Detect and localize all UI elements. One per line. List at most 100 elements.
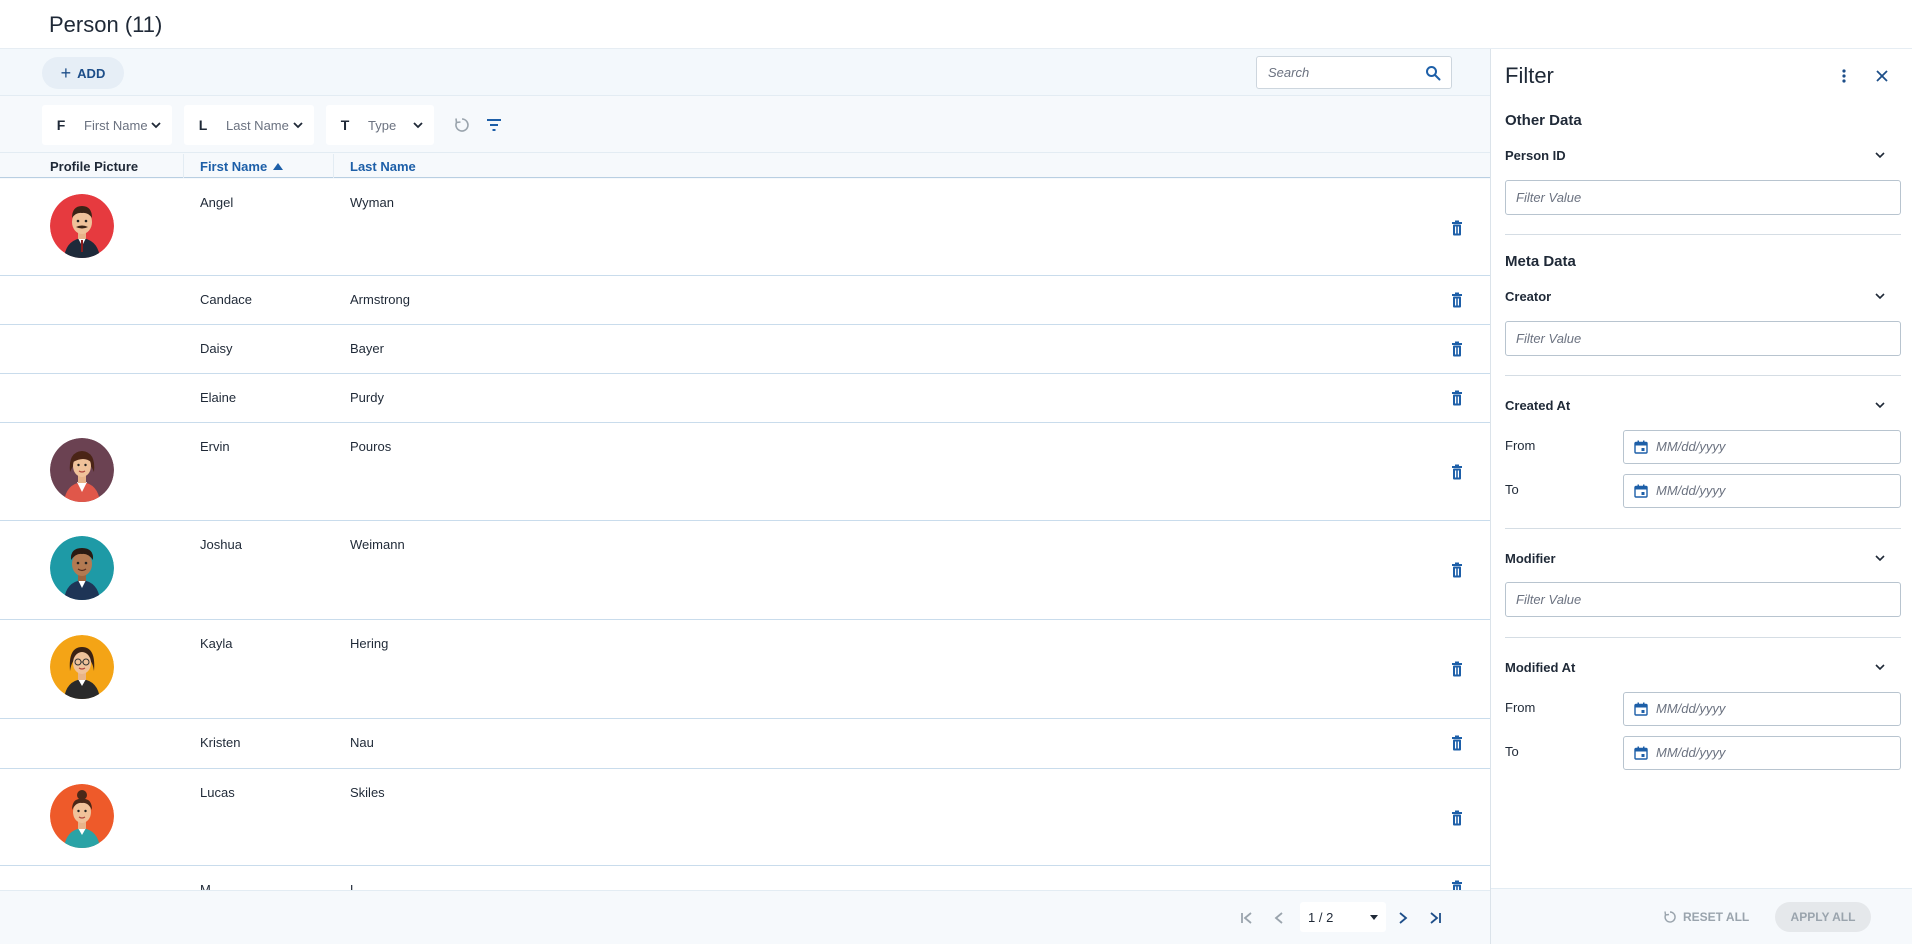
column-header-profile-picture[interactable]: Profile Picture <box>50 159 138 174</box>
created-at-to-label: To <box>1505 482 1519 497</box>
cell-last-name: Pouros <box>350 439 392 454</box>
main-content: + ADD F First Name L Last Name T Type <box>0 49 1490 944</box>
table-body: Angel Wyman Candace Armstrong Daisy Baye… <box>0 179 1490 890</box>
field-label-modified-at[interactable]: Modified At <box>1505 660 1575 675</box>
filter-list-icon[interactable] <box>485 116 503 134</box>
table-row[interactable]: Angel Wyman <box>0 179 1490 276</box>
divider <box>1505 375 1901 376</box>
trash-icon[interactable] <box>1449 880 1465 890</box>
table-row[interactable]: M L <box>0 866 1490 890</box>
field-label-modifier[interactable]: Modifier <box>1505 551 1556 566</box>
cell-first-name: Angel <box>200 195 234 210</box>
cell-last-name: Bayer <box>350 341 384 356</box>
first-page-icon[interactable] <box>1238 909 1256 927</box>
page-select-value: 1 / 2 <box>1308 910 1334 925</box>
search-input[interactable] <box>1268 65 1418 80</box>
calendar-icon[interactable] <box>1634 746 1648 760</box>
filter-chip-last-name[interactable]: L Last Name <box>184 105 314 145</box>
table-row[interactable]: Kristen Nau <box>0 719 1490 769</box>
column-header-first-name[interactable]: First Name <box>200 159 284 174</box>
cell-first-name: Daisy <box>200 341 233 356</box>
calendar-icon[interactable] <box>1634 484 1648 498</box>
created-at-to-date[interactable] <box>1623 474 1901 508</box>
last-page-icon[interactable] <box>1426 909 1444 927</box>
search-box[interactable] <box>1256 56 1452 89</box>
close-icon[interactable] <box>1873 67 1891 85</box>
filter-chip-letter: F <box>56 117 66 133</box>
trash-icon[interactable] <box>1449 292 1465 308</box>
trash-icon[interactable] <box>1449 810 1465 826</box>
calendar-icon[interactable] <box>1634 702 1648 716</box>
table-row[interactable]: Lucas Skiles <box>0 769 1490 866</box>
modified-at-to-date[interactable] <box>1623 736 1901 770</box>
table-row[interactable]: Kayla Hering <box>0 620 1490 719</box>
creator-filter-input[interactable] <box>1505 321 1901 356</box>
cell-first-name: Candace <box>200 292 253 307</box>
page-header: Person (11) <box>0 0 1912 49</box>
quick-filter-bar: F First Name L Last Name T Type <box>0 97 1490 153</box>
column-divider <box>183 154 184 178</box>
trash-icon[interactable] <box>1449 562 1465 578</box>
filter-chip-letter: L <box>198 117 208 133</box>
pagination-bar: 1 / 2 <box>0 890 1490 944</box>
calendar-icon[interactable] <box>1634 440 1648 454</box>
divider <box>1505 637 1901 638</box>
person-id-filter-input[interactable] <box>1505 180 1901 215</box>
chevron-down-icon[interactable] <box>1873 148 1887 162</box>
more-vertical-icon[interactable] <box>1835 67 1853 85</box>
field-label-creator[interactable]: Creator <box>1505 289 1551 304</box>
page-select[interactable]: 1 / 2 <box>1300 902 1386 932</box>
apply-all-button[interactable]: APPLY ALL <box>1775 902 1871 932</box>
search-icon[interactable] <box>1425 65 1441 81</box>
man-mustache-avatar <box>50 194 114 258</box>
previous-page-icon[interactable] <box>1270 909 1288 927</box>
reset-all-label: RESET ALL <box>1683 910 1750 924</box>
filter-chip-type[interactable]: T Type <box>326 105 434 145</box>
chevron-down-icon[interactable] <box>1873 289 1887 303</box>
reset-all-button[interactable]: RESET ALL <box>1663 902 1759 932</box>
modified-at-from-label: From <box>1505 700 1536 715</box>
cell-last-name: Armstrong <box>350 292 410 307</box>
trash-icon[interactable] <box>1449 341 1465 357</box>
chevron-down-icon <box>151 122 161 129</box>
trash-icon[interactable] <box>1449 735 1465 751</box>
toolbar: + ADD <box>0 49 1490 96</box>
filter-chip-label: Last Name <box>226 117 289 133</box>
column-header-last-name[interactable]: Last Name <box>350 159 416 174</box>
modified-at-from-input[interactable] <box>1656 701 1856 716</box>
chevron-down-icon[interactable] <box>1873 398 1887 412</box>
man-curly-hair-avatar <box>50 536 114 600</box>
chevron-down-icon <box>293 122 303 129</box>
sort-ascending-icon <box>273 163 284 170</box>
reset-filters-icon[interactable] <box>453 116 471 134</box>
modifier-filter-input[interactable] <box>1505 582 1901 617</box>
table-row[interactable]: Joshua Weimann <box>0 521 1490 620</box>
cell-last-name: Skiles <box>350 785 385 800</box>
cell-first-name: Ervin <box>200 439 230 454</box>
add-button[interactable]: + ADD <box>42 57 124 89</box>
trash-icon[interactable] <box>1449 220 1465 236</box>
table-row[interactable]: Candace Armstrong <box>0 276 1490 325</box>
table-row[interactable]: Ervin Pouros <box>0 423 1490 521</box>
cell-last-name: Nau <box>350 735 374 750</box>
cell-last-name: Wyman <box>350 195 394 210</box>
created-at-to-input[interactable] <box>1656 483 1856 498</box>
modified-at-from-date[interactable] <box>1623 692 1901 726</box>
next-page-icon[interactable] <box>1394 909 1412 927</box>
created-at-from-date[interactable] <box>1623 430 1901 464</box>
chevron-down-icon[interactable] <box>1873 660 1887 674</box>
field-label-person-id[interactable]: Person ID <box>1505 148 1566 163</box>
table-row[interactable]: Elaine Purdy <box>0 374 1490 423</box>
modified-at-to-input[interactable] <box>1656 745 1856 760</box>
trash-icon[interactable] <box>1449 464 1465 480</box>
woman-red-jacket-avatar <box>50 438 114 502</box>
table-row[interactable]: Daisy Bayer <box>0 325 1490 374</box>
divider <box>1505 528 1901 529</box>
trash-icon[interactable] <box>1449 661 1465 677</box>
filter-panel: Filter Other Data Person ID Meta Data Cr… <box>1490 49 1912 944</box>
field-label-created-at[interactable]: Created At <box>1505 398 1570 413</box>
trash-icon[interactable] <box>1449 390 1465 406</box>
filter-chip-first-name[interactable]: F First Name <box>42 105 172 145</box>
chevron-down-icon[interactable] <box>1873 551 1887 565</box>
created-at-from-input[interactable] <box>1656 439 1856 454</box>
